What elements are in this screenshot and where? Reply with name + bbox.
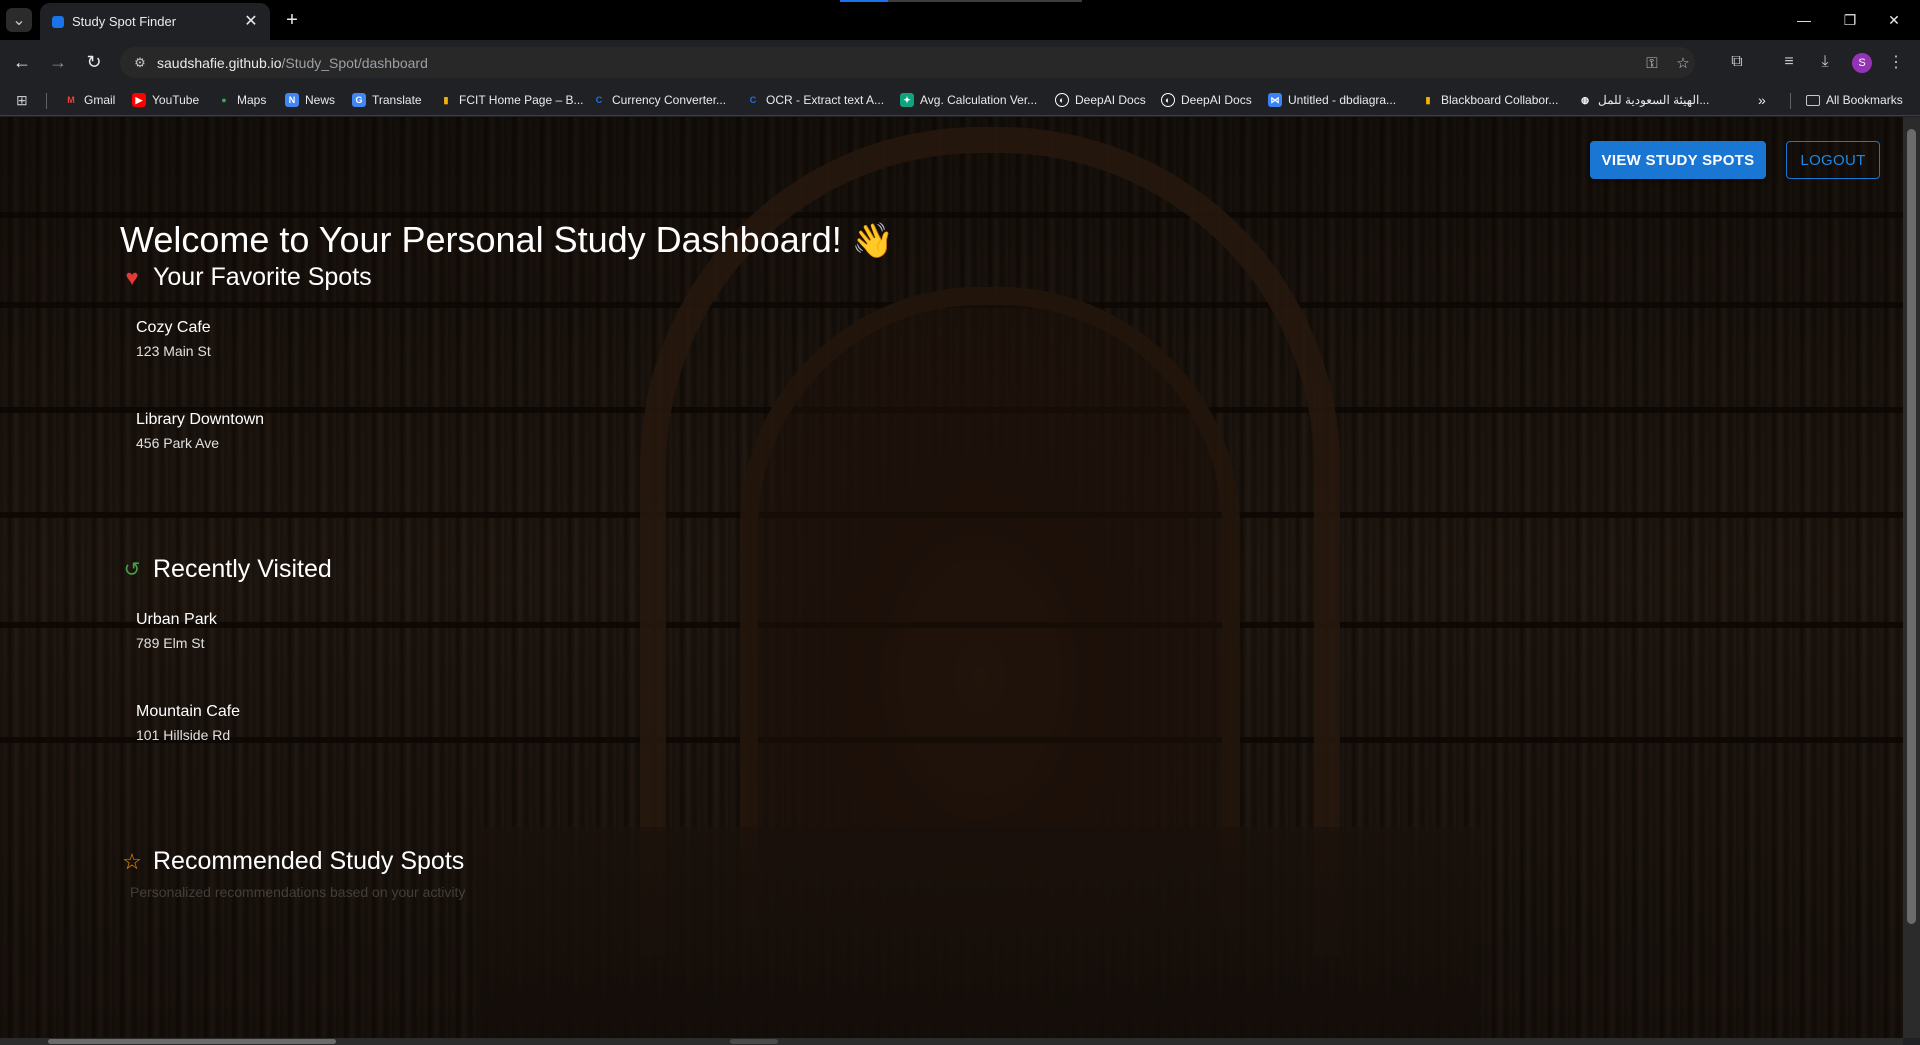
dbdiagram-icon: ⋈ [1268,93,1282,107]
recommended-heading: ☆ Recommended Study Spots [122,847,465,875]
bookmark-saudi[interactable]: ◍ الهيئة السعودية للمل... [1578,91,1709,109]
extensions-icon[interactable]: ⧉ [1726,51,1748,73]
browser-toolbar: ← → ↻ ⚙ saudshafie.github.io/Study_Spot/… [0,40,1920,84]
close-window-icon[interactable]: ✕ [1874,8,1914,32]
bookmark-fcit[interactable]: ▮ FCIT Home Page – B... [439,91,584,109]
new-tab-icon[interactable]: + [280,8,304,32]
bookmark-translate[interactable]: G Translate [352,91,422,109]
scrollbar-thumb[interactable] [48,1039,336,1044]
favorites-heading: ♥ Your Favorite Spots [121,263,371,292]
horizontal-scrollbar[interactable] [0,1038,1903,1045]
tab-active[interactable]: Study Spot Finder ✕ [40,3,270,40]
bookmarks-bar: ⊞ M Gmail ▶ YouTube ● Maps N News G Translate… [0,84,1920,116]
password-key-icon[interactable]: ⚿ [1642,53,1662,73]
globe-icon: ◍ [1581,94,1589,105]
bookmark-dbdiagram[interactable]: ⋈ Untitled - dbdiagra... [1268,91,1396,109]
tab-strip: ⌄ Study Spot Finder ✕ + — ❐ ✕ [0,0,1920,40]
youtube-icon: ▶ [132,93,146,107]
folder-icon [1806,94,1820,106]
bookmark-youtube[interactable]: ▶ YouTube [132,91,199,109]
deepai-icon: ◐ [1161,93,1175,107]
site-info-icon[interactable]: ⚙ [132,55,148,71]
bookmark-ocr[interactable]: C OCR - Extract text A... [746,91,884,109]
bookmark-currency[interactable]: C Currency Converter... [592,91,726,109]
bookmark-maps[interactable]: ● Maps [217,91,266,109]
spot-address: 101 Hillside Rd [136,727,231,743]
media-controls-icon[interactable]: ≡ [1778,51,1800,73]
spot-name: Library Downtown [136,411,265,428]
scrollbar-thumb-secondary[interactable] [730,1039,778,1044]
maps-icon: ● [221,95,227,105]
reload-icon[interactable]: ↻ [80,48,108,76]
forward-icon[interactable]: → [44,48,72,76]
tab-title: Study Spot Finder [72,14,177,29]
spot-name: Cozy Cafe [136,319,211,336]
bookmark-deepai-2[interactable]: ◐ DeepAI Docs [1161,91,1252,109]
close-tab-icon[interactable]: ✕ [240,10,262,32]
spot-address: 123 Main St [136,343,211,359]
bookmark-deepai-1[interactable]: ◐ DeepAI Docs [1055,91,1146,109]
news-icon: N [285,93,299,107]
browser-window: ⌄ Study Spot Finder ✕ + — ❐ ✕ ← → ↻ ⚙ sa… [0,0,1920,1045]
spot-address: 789 Elm St [136,635,205,651]
gmail-icon: M [67,95,75,105]
favorite-spot-item[interactable]: Cozy Cafe 123 Main St [136,319,211,359]
url-text[interactable]: saudshafie.github.io/Study_Spot/dashboar… [157,55,428,71]
bookmark-star-icon[interactable]: ☆ [1673,53,1693,73]
spot-address: 456 Park Ave [136,435,220,451]
vertical-scrollbar[interactable] [1903,117,1920,1038]
calc-icon: ✦ [900,93,914,107]
ocr-icon: C [749,95,757,105]
recently-visited-heading: ↺ Recently Visited [121,555,332,584]
dashboard-page: VIEW STUDY SPOTS LOGOUT Welcome to Your … [0,117,1903,1038]
spot-name: Mountain Cafe [136,703,241,720]
history-icon: ↺ [123,559,141,581]
more-menu-icon[interactable]: ⋮ [1885,51,1907,73]
tab-indicator-track [888,0,1082,2]
logout-button[interactable]: LOGOUT [1786,141,1880,179]
bookmark-blackboard[interactable]: ▮ Blackboard Collabor... [1421,91,1559,109]
scrollbar-thumb[interactable] [1907,129,1916,924]
favorite-spot-item[interactable]: Library Downtown 456 Park Ave [136,411,264,451]
bookmark-gmail[interactable]: M Gmail [64,91,115,109]
page-title: Welcome to Your Personal Study Dashboard… [120,219,895,260]
recent-spot-item[interactable]: Urban Park 789 Elm St [136,611,217,651]
more-bookmarks-icon[interactable]: » [1758,91,1766,109]
bookmarks-divider [1790,93,1791,109]
recent-spot-item[interactable]: Mountain Cafe 101 Hillside Rd [136,703,240,743]
address-bar[interactable]: ⚙ saudshafie.github.io/Study_Spot/dashbo… [120,47,1695,78]
spot-name: Urban Park [136,611,217,628]
back-icon[interactable]: ← [8,48,36,76]
tab-search-icon[interactable]: ⌄ [6,8,32,32]
bookmarks-divider [46,93,47,109]
heart-icon: ♥ [125,264,139,290]
translate-icon: G [352,93,366,107]
bookmark-avg-calc[interactable]: ✦ Avg. Calculation Ver... [900,91,1037,109]
site-favicon-icon [52,16,64,28]
minimize-icon[interactable]: — [1784,8,1824,32]
deepai-icon: ◐ [1055,93,1069,107]
tab-indicator [840,0,888,2]
bars-icon: ▮ [1425,94,1431,105]
download-icon[interactable]: ⤓ [1814,51,1836,73]
all-bookmarks[interactable]: All Bookmarks [1806,91,1903,109]
recommended-subtitle: Personalized recommendations based on yo… [130,884,466,900]
view-study-spots-button[interactable]: VIEW STUDY SPOTS [1590,141,1766,179]
restore-icon[interactable]: ❐ [1830,8,1870,32]
bars-icon: ▮ [443,94,449,105]
waving-hand-icon: 👋 [851,222,895,260]
profile-avatar[interactable]: S [1852,53,1872,73]
currency-icon: C [595,95,603,105]
apps-grid-icon[interactable]: ⊞ [16,91,28,109]
bookmark-news[interactable]: N News [285,91,335,109]
star-icon: ☆ [122,848,142,874]
